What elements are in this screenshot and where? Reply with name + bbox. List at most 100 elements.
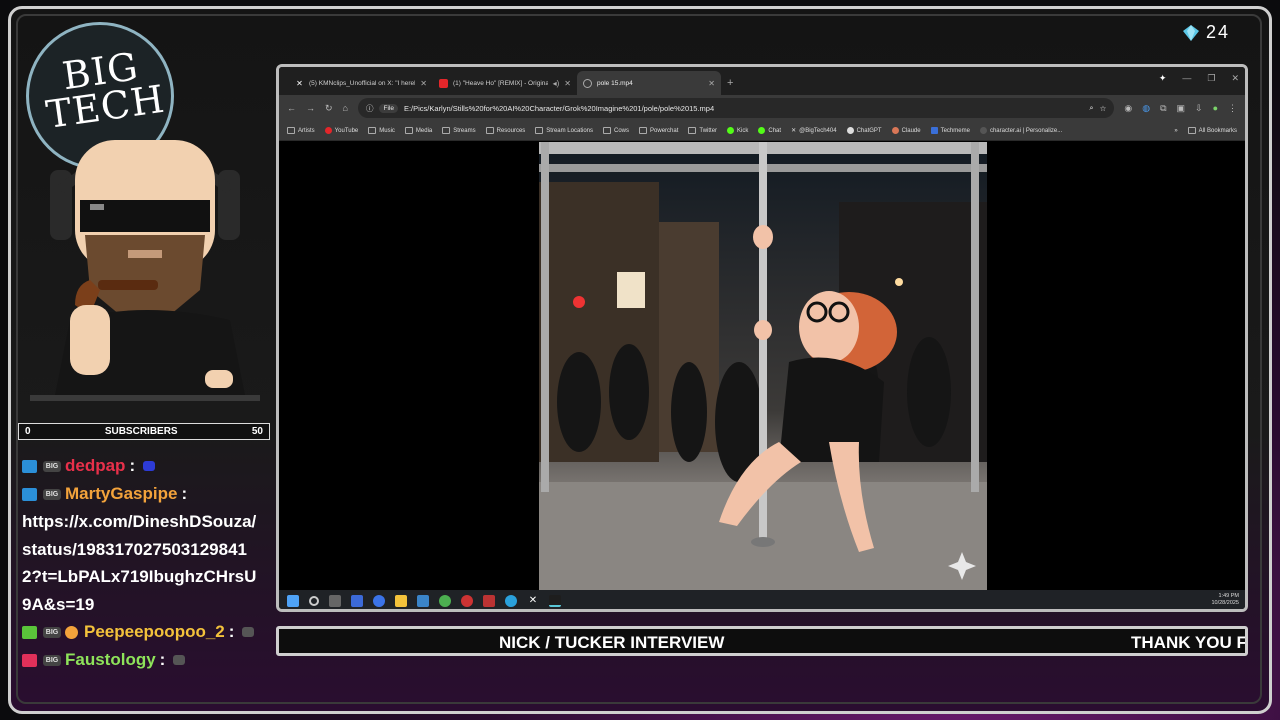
tab-pole-video[interactable]: pole 15.mp4 ✕ (577, 71, 721, 95)
bookmark-item[interactable]: Kick (727, 127, 748, 134)
all-bookmarks[interactable]: All Bookmarks (1187, 127, 1237, 134)
download-icon[interactable]: ⇩ (1195, 103, 1203, 114)
ticker-item: THANK YOU F (1131, 633, 1247, 652)
copilot-icon[interactable] (351, 595, 363, 607)
gem-count: 24 (1206, 22, 1231, 42)
close-tab-icon[interactable]: ✕ (708, 79, 715, 88)
zoom-icon[interactable]: ⌕ (1089, 103, 1093, 113)
back-icon[interactable]: ← (287, 103, 296, 113)
window-controls: ✦ — ❐ ✕ (1159, 73, 1239, 84)
x-app-icon[interactable]: ✕ (527, 595, 539, 607)
chrome-active-icon[interactable] (439, 595, 451, 607)
bookmark-item[interactable]: Resources (485, 127, 526, 134)
chat-feed: BIG dedpap : BIG MartyGaspipe : https://… (22, 452, 268, 674)
chat-message: BIG MartyGaspipe : (22, 480, 268, 508)
tab-x[interactable]: ✕ (5) KMNclips_Unofficial on X: "I hereb… (289, 71, 433, 95)
bookmark-item[interactable]: Powerchat (639, 127, 678, 134)
bookmarks-overflow[interactable]: » (1174, 128, 1177, 134)
speaker-icon[interactable]: ◂) (553, 79, 560, 88)
bookmark-label: Streams (453, 127, 476, 134)
bookmark-label: Powerchat (650, 127, 679, 134)
menu-icon[interactable]: ⋮ (1228, 103, 1237, 114)
bookmark-label: YouTube (334, 127, 359, 134)
gift-badge-icon (65, 625, 78, 639)
folder-icon (688, 127, 697, 134)
telegram-icon[interactable] (505, 595, 517, 607)
video-player[interactable] (539, 142, 987, 590)
bookmark-item[interactable]: Techmeme (930, 127, 970, 134)
close-tab-icon[interactable]: ✕ (564, 79, 571, 88)
address-bar[interactable]: ⓘ File E:/Pics/Karlyn/Stills%20for%20AI%… (357, 98, 1115, 118)
chatgpt-icon (846, 127, 854, 134)
streamer-avatar (30, 140, 260, 401)
new-tab-button[interactable]: + (727, 71, 733, 95)
ticker-item: NICK / TUCKER INTERVIEW (499, 633, 725, 652)
profile-icon[interactable]: ● (1213, 103, 1218, 113)
bookmark-item[interactable]: Stream Locations (535, 127, 593, 134)
search-icon[interactable] (309, 596, 319, 606)
url-text: E:/Pics/Karlyn/Stills%20for%20AI%20Chara… (403, 103, 715, 113)
minimize-icon[interactable]: — (1182, 73, 1191, 84)
info-icon[interactable]: ⓘ (366, 103, 374, 114)
bookmark-label: ChatGPT (856, 127, 882, 134)
bookmark-item[interactable]: Media (404, 127, 433, 134)
folder-icon (603, 127, 611, 134)
folder-icon (404, 127, 413, 134)
obs-icon[interactable] (461, 595, 473, 607)
chrome-icon[interactable] (373, 595, 385, 607)
terminal-icon[interactable] (549, 595, 561, 607)
big-badge-icon: BIG (43, 488, 61, 500)
close-tab-icon[interactable]: ✕ (420, 79, 427, 88)
bookmark-item[interactable]: YouTube (324, 127, 359, 134)
chat-message: BIG dedpap : (22, 452, 268, 480)
bookmark-label: Claude (901, 127, 921, 134)
gemini-icon[interactable]: ✦ (1159, 73, 1167, 84)
stream-overlay: BIG TECH 0 SUBSCRIBERS 50 BIG dedpap: B… (0, 0, 1280, 720)
puzzle-icon[interactable]: ⧉ (1160, 103, 1166, 114)
folder-icon (287, 127, 295, 134)
start-icon[interactable] (287, 595, 299, 607)
extension-icon[interactable]: ◍ (1142, 103, 1150, 114)
file-explorer-icon[interactable] (395, 595, 407, 607)
sidebar-icon[interactable]: ▣ (1177, 103, 1186, 114)
reload-icon[interactable]: ↻ (325, 103, 333, 114)
steam-icon[interactable] (417, 595, 429, 607)
big-badge-icon: BIG (43, 654, 61, 666)
forward-icon[interactable]: → (306, 103, 315, 113)
bookmark-item[interactable]: Music (368, 127, 395, 134)
close-window-icon[interactable]: ✕ (1231, 73, 1239, 84)
bookmark-label: Media (415, 127, 433, 134)
bookmark-item[interactable]: Artists (287, 127, 315, 134)
bookmark-item[interactable]: Chat (758, 127, 781, 134)
home-icon[interactable]: ⌂ (343, 103, 348, 113)
cube-badge-icon (22, 653, 37, 667)
bookmark-item[interactable]: Claude (891, 127, 921, 134)
bookmark-label: All Bookmarks (1198, 127, 1237, 134)
character-ai-icon (979, 127, 987, 134)
system-clock[interactable]: 1:49 PM 10/28/2025 (1211, 593, 1239, 607)
bookmark-label: Resources (496, 127, 526, 134)
tab-bar: ✕ (5) KMNclips_Unofficial on X: "I hereb… (279, 67, 1245, 95)
bookmark-item[interactable]: ✕ @BigTech404 (791, 127, 836, 135)
task-view-icon[interactable] (329, 595, 341, 607)
app-icon[interactable] (483, 595, 495, 607)
bookmark-item[interactable]: character.ai | Personalize... (979, 127, 1062, 134)
bookmark-item[interactable]: ChatGPT (846, 127, 882, 134)
tab-youtube[interactable]: (1) "Heave Ho" [REMIX] - Original ◂) ✕ (433, 71, 577, 95)
bookmark-item[interactable]: Streams (442, 127, 476, 134)
globe-icon (583, 78, 592, 88)
page-content (279, 142, 1245, 590)
gem-icon (1183, 24, 1199, 41)
bookmark-item[interactable]: Cows (603, 127, 629, 134)
extension-icon[interactable]: ◉ (1124, 103, 1132, 114)
techmeme-icon (930, 127, 938, 134)
folder-icon (535, 127, 544, 134)
address-toolbar: ← → ↻ ⌂ ⓘ File E:/Pics/Karlyn/Stills%20f… (279, 95, 1245, 121)
bookmark-item[interactable]: Twitter (688, 127, 717, 134)
big-badge-icon: BIG (43, 626, 61, 638)
url-scheme: File (379, 103, 398, 113)
chat-separator: : (228, 622, 235, 641)
maximize-icon[interactable]: ❐ (1207, 73, 1215, 84)
star-icon[interactable]: ☆ (1100, 104, 1107, 113)
bookmark-label: Music (379, 127, 395, 134)
